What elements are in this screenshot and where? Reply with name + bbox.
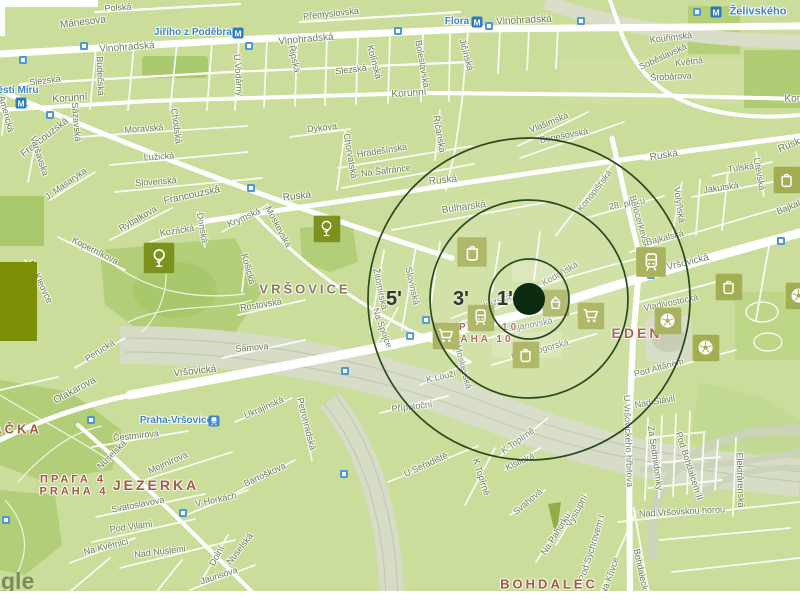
map-canvas[interactable]: PolskáMánesovaVinohradskáVinohradskáVino… — [0, 0, 800, 600]
screenshot-margin-left — [0, 0, 5, 36]
walking-radius-overlay — [0, 0, 800, 600]
screenshot-margin-topleft — [0, 0, 98, 7]
center-location-marker[interactable] — [513, 283, 545, 315]
google-watermark-fragment: gle — [1, 570, 34, 593]
screenshot-margin-bottom — [0, 591, 800, 600]
